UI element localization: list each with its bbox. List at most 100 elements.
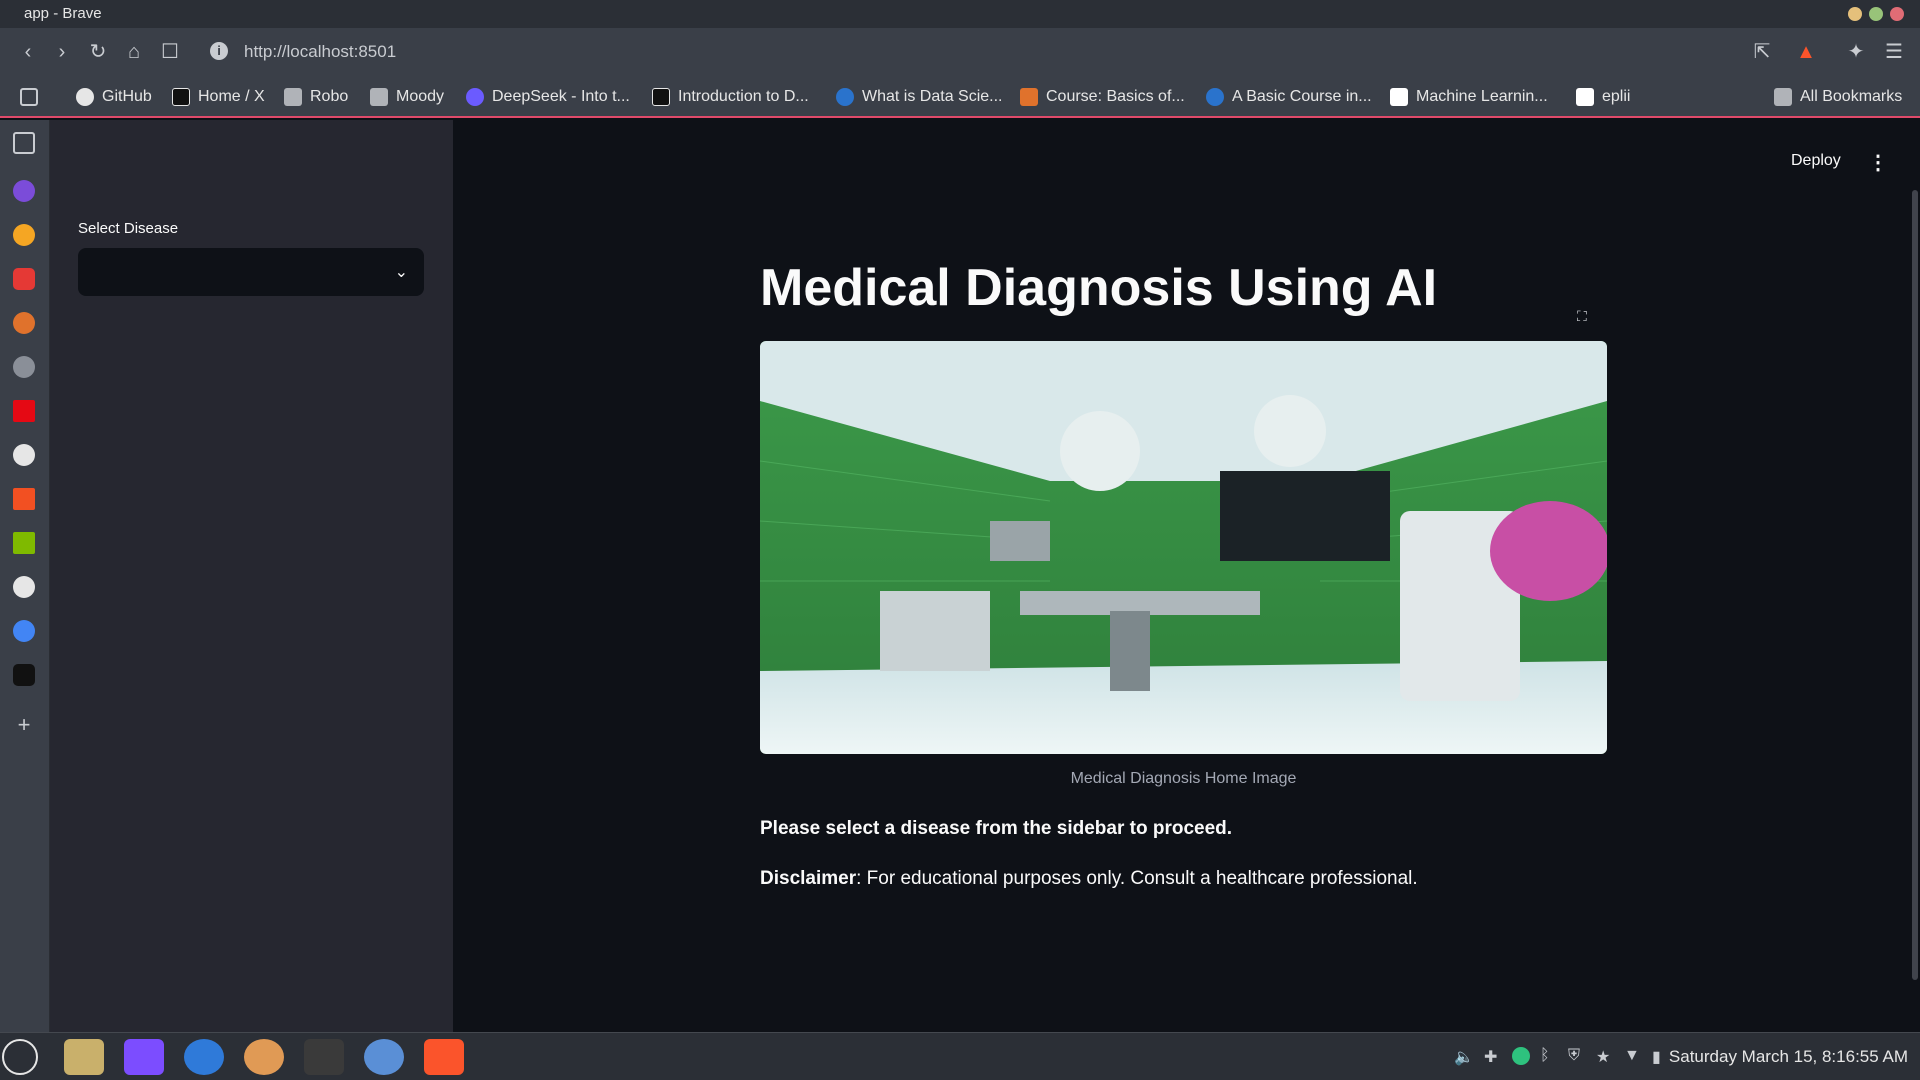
site-info-icon[interactable]: i (210, 42, 228, 60)
bookmark-deepseek[interactable]: DeepSeek - Into t... (466, 85, 630, 109)
bookmark-label: All Bookmarks (1800, 88, 1903, 105)
netflix-icon[interactable] (13, 400, 35, 422)
star-icon[interactable]: ★ (1596, 1047, 1614, 1066)
bookmark-ml[interactable]: Machine Learnin... (1390, 85, 1548, 109)
url-text: http://localhost:8501 (244, 42, 397, 61)
tray-icon[interactable] (1512, 1047, 1530, 1065)
bookmark-label: A Basic Course in... (1232, 88, 1372, 105)
bookmark-label: Machine Learnin... (1416, 88, 1548, 105)
shield-icon[interactable]: ⛨ (1568, 1047, 1586, 1065)
bookmark-label: Course: Basics of... (1046, 88, 1185, 105)
bookmark-robo[interactable]: Robo (284, 85, 348, 109)
start-menu-icon[interactable] (2, 1039, 38, 1075)
deploy-button[interactable]: Deploy (1791, 152, 1841, 170)
folder-icon (1774, 88, 1792, 106)
bookmark-datascience[interactable]: What is Data Scie... (836, 85, 1003, 109)
microsoft-icon[interactable] (13, 532, 35, 554)
chevron-down-icon[interactable]: ⌄ (395, 262, 408, 282)
bookmark-label: GitHub (102, 88, 152, 105)
bookmark-basic[interactable]: A Basic Course in... (1206, 85, 1372, 109)
app-icon[interactable] (244, 1039, 284, 1075)
forward-icon[interactable]: › (48, 38, 76, 66)
operating-room-image (760, 341, 1607, 754)
disclaimer-text: : For educational purposes only. Consult… (856, 868, 1418, 889)
github-icon (76, 88, 94, 106)
apps-icon[interactable] (20, 85, 46, 109)
minimize-icon[interactable] (1848, 7, 1862, 21)
share-icon[interactable]: ⇱ (1748, 38, 1776, 66)
page-title: Medical Diagnosis Using AI (760, 259, 1438, 317)
coursera-icon (836, 88, 854, 106)
bookmark-intro[interactable]: Introduction to D... (652, 85, 809, 109)
clock[interactable]: Saturday March 15, 8:16:55 AM (1669, 1047, 1908, 1067)
more-options-icon[interactable]: ⋮ (1868, 150, 1888, 175)
wifi-icon[interactable]: ▼ (1624, 1047, 1642, 1065)
volume-icon[interactable]: 🔈 (1454, 1047, 1474, 1066)
obsidian-icon[interactable] (124, 1039, 164, 1075)
battery-icon[interactable]: ▮ (1652, 1047, 1670, 1066)
x-icon (172, 88, 190, 106)
bookmark-label: Moody (396, 88, 445, 105)
sidebar-toggle-icon[interactable] (13, 132, 35, 154)
reload-icon[interactable]: ↻ (84, 38, 112, 66)
address-bar[interactable]: i http://localhost:8501 (200, 34, 1800, 70)
add-icon[interactable]: + (13, 714, 35, 736)
vscode-icon[interactable] (364, 1039, 404, 1075)
bookmark-github[interactable]: GitHub (76, 85, 152, 109)
close-icon[interactable] (1890, 7, 1904, 21)
taskbar: 🔈 ✚ ᛒ ⛨ ★ ▼ ▮ Saturday March 15, 8:16:55… (0, 1032, 1920, 1080)
globe-icon[interactable] (13, 356, 35, 378)
bookmark-label: Robo (310, 88, 349, 105)
back-icon[interactable]: ‹ (14, 38, 42, 66)
disclaimer: Disclaimer: For educational purposes onl… (760, 868, 1418, 890)
bookmark-label: Home / X (198, 88, 265, 105)
disease-select[interactable]: ⌄ (78, 248, 424, 296)
extensions-icon[interactable]: ✦ (1842, 38, 1870, 66)
site-icon (1206, 88, 1224, 106)
bookmark-icon[interactable]: ☐ (156, 38, 184, 66)
github-icon[interactable] (13, 576, 35, 598)
site-icon[interactable] (13, 224, 35, 246)
window-titlebar: app - Brave (0, 0, 1920, 28)
bluetooth-icon[interactable]: ᛒ (1540, 1047, 1558, 1065)
site-icon (1020, 88, 1038, 106)
disclaimer-label: Disclaimer (760, 868, 857, 889)
fullscreen-icon[interactable]: ⛶ (1577, 308, 1587, 325)
browser-toolbar: ‹ › ↻ ⌂ ☐ i http://localhost:8501 ⇱ ▲ ✦ … (0, 28, 1920, 76)
leo-icon[interactable] (13, 180, 35, 202)
crown-icon[interactable] (13, 664, 35, 686)
bookmarks-bar: GitHub Home / X Robo Moody DeepSeek - In… (0, 76, 1920, 118)
folder-icon (284, 88, 302, 106)
microsoft-icon[interactable] (13, 488, 35, 510)
tray-icon[interactable]: ✚ (1484, 1047, 1502, 1066)
select-prompt: Please select a disease from the sidebar… (760, 818, 1233, 839)
bookmark-eplii[interactable]: eplii (1576, 85, 1630, 109)
home-icon[interactable]: ⌂ (120, 38, 148, 66)
deepseek-icon (466, 88, 484, 106)
terminal-icon[interactable] (304, 1039, 344, 1075)
youtube-icon[interactable] (13, 268, 35, 290)
brave-icon[interactable] (424, 1039, 464, 1075)
scrollbar[interactable] (1912, 190, 1918, 980)
maximize-icon[interactable] (1869, 7, 1883, 21)
main-content: Deploy ⋮ Medical Diagnosis Using AI ⛶ Me… (453, 120, 1920, 1032)
menu-icon[interactable]: ☰ (1880, 38, 1908, 66)
bookmark-all[interactable]: All Bookmarks (1774, 85, 1902, 109)
select-disease-label: Select Disease (78, 220, 179, 237)
google-icon[interactable] (13, 620, 35, 642)
site-icon[interactable] (13, 444, 35, 466)
bookmark-label: What is Data Scie... (862, 88, 1003, 105)
window-title: app - Brave (24, 5, 102, 22)
site-icon (652, 88, 670, 106)
brave-shields-icon[interactable]: ▲ (1792, 38, 1820, 66)
files-icon[interactable] (64, 1039, 104, 1075)
folder-icon (370, 88, 388, 106)
site-icon[interactable] (13, 312, 35, 334)
bookmark-label: DeepSeek - Into t... (492, 88, 630, 105)
bookmark-label: Introduction to D... (678, 88, 809, 105)
thunderbird-icon[interactable] (184, 1039, 224, 1075)
bookmark-course[interactable]: Course: Basics of... (1020, 85, 1185, 109)
bookmark-moody[interactable]: Moody (370, 85, 444, 109)
site-icon (1576, 88, 1594, 106)
bookmark-x[interactable]: Home / X (172, 85, 265, 109)
